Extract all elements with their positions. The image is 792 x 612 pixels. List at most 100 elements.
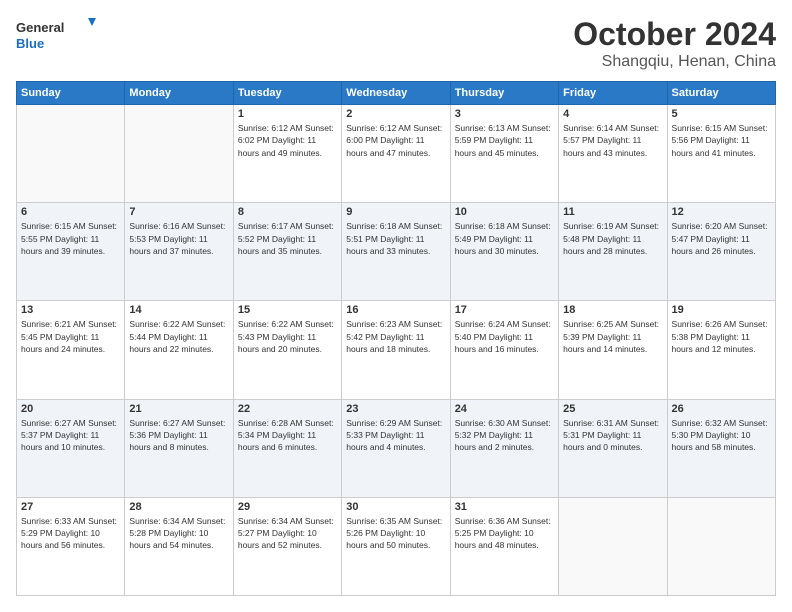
calendar-day-cell: 3 Sunrise: 6:13 AM Sunset: 5:59 PM Daylig… bbox=[450, 105, 558, 203]
day-info: Sunrise: 6:23 AM Sunset: 5:42 PM Dayligh… bbox=[346, 318, 445, 355]
day-number: 25 bbox=[563, 403, 662, 415]
calendar-day-cell: 10 Sunrise: 6:18 AM Sunset: 5:49 PM Dayli… bbox=[450, 203, 558, 301]
location-subtitle: Shangqiu, Henan, China bbox=[573, 53, 776, 71]
day-number: 9 bbox=[346, 206, 445, 218]
day-info: Sunrise: 6:36 AM Sunset: 5:25 PM Dayligh… bbox=[455, 515, 554, 552]
calendar-day-cell: 26 Sunrise: 6:32 AM Sunset: 5:30 PM Dayli… bbox=[667, 399, 775, 497]
day-info: Sunrise: 6:18 AM Sunset: 5:49 PM Dayligh… bbox=[455, 220, 554, 257]
calendar-day-cell: 19Sunrise: 6:26 AM Sunset: 5:38 PM Dayli… bbox=[667, 301, 775, 399]
calendar-day-cell: 18 Sunrise: 6:25 AM Sunset: 5:39 PM Dayli… bbox=[559, 301, 667, 399]
calendar-body: 1 Sunrise: 6:12 AM Sunset: 6:02 PM Daylig… bbox=[17, 105, 776, 596]
logo: General Blue bbox=[16, 16, 96, 56]
calendar-day-cell: 8 Sunrise: 6:17 AM Sunset: 5:52 PM Daylig… bbox=[233, 203, 341, 301]
day-number: 23 bbox=[346, 403, 445, 415]
calendar-day-cell: 13 Sunrise: 6:21 AM Sunset: 5:45 PM Dayli… bbox=[17, 301, 125, 399]
calendar-week-row: 1 Sunrise: 6:12 AM Sunset: 6:02 PM Daylig… bbox=[17, 105, 776, 203]
day-number: 12 bbox=[672, 206, 771, 218]
day-number: 18 bbox=[563, 304, 662, 316]
calendar-day-cell: 12 Sunrise: 6:20 AM Sunset: 5:47 PM Dayli… bbox=[667, 203, 775, 301]
day-number: 3 bbox=[455, 108, 554, 120]
day-info: Sunrise: 6:31 AM Sunset: 5:31 PM Dayligh… bbox=[563, 417, 662, 454]
day-number: 5 bbox=[672, 108, 771, 120]
day-number: 30 bbox=[346, 501, 445, 513]
day-info: Sunrise: 6:22 AM Sunset: 5:43 PM Dayligh… bbox=[238, 318, 337, 355]
day-info: Sunrise: 6:15 AM Sunset: 5:56 PM Dayligh… bbox=[672, 122, 771, 159]
calendar-week-row: 20Sunrise: 6:27 AM Sunset: 5:37 PM Dayli… bbox=[17, 399, 776, 497]
calendar-week-row: 13 Sunrise: 6:21 AM Sunset: 5:45 PM Dayli… bbox=[17, 301, 776, 399]
month-year-title: October 2024 bbox=[573, 16, 776, 53]
calendar-day-cell: 2Sunrise: 6:12 AM Sunset: 6:00 PM Daylig… bbox=[342, 105, 450, 203]
day-info: Sunrise: 6:25 AM Sunset: 5:39 PM Dayligh… bbox=[563, 318, 662, 355]
calendar-day-cell: 11Sunrise: 6:19 AM Sunset: 5:48 PM Dayli… bbox=[559, 203, 667, 301]
day-number: 11 bbox=[563, 206, 662, 218]
day-info: Sunrise: 6:32 AM Sunset: 5:30 PM Dayligh… bbox=[672, 417, 771, 454]
logo-svg: General Blue bbox=[16, 16, 96, 56]
calendar-day-cell: 16Sunrise: 6:23 AM Sunset: 5:42 PM Dayli… bbox=[342, 301, 450, 399]
calendar-day-cell: 27Sunrise: 6:33 AM Sunset: 5:29 PM Dayli… bbox=[17, 497, 125, 595]
calendar-day-cell: 7 Sunrise: 6:16 AM Sunset: 5:53 PM Daylig… bbox=[125, 203, 233, 301]
day-info: Sunrise: 6:13 AM Sunset: 5:59 PM Dayligh… bbox=[455, 122, 554, 159]
calendar-week-row: 27Sunrise: 6:33 AM Sunset: 5:29 PM Dayli… bbox=[17, 497, 776, 595]
day-info: Sunrise: 6:20 AM Sunset: 5:47 PM Dayligh… bbox=[672, 220, 771, 257]
calendar-day-cell: 28 Sunrise: 6:34 AM Sunset: 5:28 PM Dayli… bbox=[125, 497, 233, 595]
day-info: Sunrise: 6:15 AM Sunset: 5:55 PM Dayligh… bbox=[21, 220, 120, 257]
day-number: 7 bbox=[129, 206, 228, 218]
day-number: 15 bbox=[238, 304, 337, 316]
col-header-sunday: Sunday bbox=[17, 82, 125, 105]
day-info: Sunrise: 6:34 AM Sunset: 5:27 PM Dayligh… bbox=[238, 515, 337, 552]
calendar-day-cell: 20Sunrise: 6:27 AM Sunset: 5:37 PM Dayli… bbox=[17, 399, 125, 497]
title-block: October 2024 Shangqiu, Henan, China bbox=[573, 16, 776, 71]
day-number: 29 bbox=[238, 501, 337, 513]
day-info: Sunrise: 6:34 AM Sunset: 5:28 PM Dayligh… bbox=[129, 515, 228, 552]
calendar-day-cell: 22Sunrise: 6:28 AM Sunset: 5:34 PM Dayli… bbox=[233, 399, 341, 497]
calendar-day-cell: 1 Sunrise: 6:12 AM Sunset: 6:02 PM Daylig… bbox=[233, 105, 341, 203]
calendar-day-cell: 29 Sunrise: 6:34 AM Sunset: 5:27 PM Dayli… bbox=[233, 497, 341, 595]
day-number: 24 bbox=[455, 403, 554, 415]
day-number: 10 bbox=[455, 206, 554, 218]
header: General Blue October 2024 Shangqiu, Hena… bbox=[16, 16, 776, 71]
day-info: Sunrise: 6:30 AM Sunset: 5:32 PM Dayligh… bbox=[455, 417, 554, 454]
calendar-day-cell bbox=[667, 497, 775, 595]
day-info: Sunrise: 6:12 AM Sunset: 6:02 PM Dayligh… bbox=[238, 122, 337, 159]
day-number: 27 bbox=[21, 501, 120, 513]
calendar-day-cell bbox=[559, 497, 667, 595]
day-info: Sunrise: 6:26 AM Sunset: 5:38 PM Dayligh… bbox=[672, 318, 771, 355]
page: General Blue October 2024 Shangqiu, Hena… bbox=[0, 0, 792, 612]
calendar-day-cell: 17Sunrise: 6:24 AM Sunset: 5:40 PM Dayli… bbox=[450, 301, 558, 399]
calendar-day-cell: 31 Sunrise: 6:36 AM Sunset: 5:25 PM Dayli… bbox=[450, 497, 558, 595]
col-header-saturday: Saturday bbox=[667, 82, 775, 105]
calendar-day-cell: 5 Sunrise: 6:15 AM Sunset: 5:56 PM Daylig… bbox=[667, 105, 775, 203]
calendar-header-row: SundayMondayTuesdayWednesdayThursdayFrid… bbox=[17, 82, 776, 105]
calendar-day-cell: 4 Sunrise: 6:14 AM Sunset: 5:57 PM Daylig… bbox=[559, 105, 667, 203]
calendar-week-row: 6 Sunrise: 6:15 AM Sunset: 5:55 PM Daylig… bbox=[17, 203, 776, 301]
calendar-table: SundayMondayTuesdayWednesdayThursdayFrid… bbox=[16, 81, 776, 596]
col-header-friday: Friday bbox=[559, 82, 667, 105]
calendar-day-cell bbox=[17, 105, 125, 203]
calendar-day-cell: 14Sunrise: 6:22 AM Sunset: 5:44 PM Dayli… bbox=[125, 301, 233, 399]
day-number: 31 bbox=[455, 501, 554, 513]
day-number: 13 bbox=[21, 304, 120, 316]
day-number: 1 bbox=[238, 108, 337, 120]
day-number: 4 bbox=[563, 108, 662, 120]
day-info: Sunrise: 6:21 AM Sunset: 5:45 PM Dayligh… bbox=[21, 318, 120, 355]
day-number: 22 bbox=[238, 403, 337, 415]
day-number: 14 bbox=[129, 304, 228, 316]
calendar-day-cell bbox=[125, 105, 233, 203]
day-number: 8 bbox=[238, 206, 337, 218]
day-info: Sunrise: 6:17 AM Sunset: 5:52 PM Dayligh… bbox=[238, 220, 337, 257]
day-info: Sunrise: 6:18 AM Sunset: 5:51 PM Dayligh… bbox=[346, 220, 445, 257]
col-header-monday: Monday bbox=[125, 82, 233, 105]
calendar-day-cell: 25 Sunrise: 6:31 AM Sunset: 5:31 PM Dayli… bbox=[559, 399, 667, 497]
day-info: Sunrise: 6:35 AM Sunset: 5:26 PM Dayligh… bbox=[346, 515, 445, 552]
day-number: 21 bbox=[129, 403, 228, 415]
day-number: 28 bbox=[129, 501, 228, 513]
day-number: 6 bbox=[21, 206, 120, 218]
calendar-day-cell: 30 Sunrise: 6:35 AM Sunset: 5:26 PM Dayli… bbox=[342, 497, 450, 595]
calendar-day-cell: 24 Sunrise: 6:30 AM Sunset: 5:32 PM Dayli… bbox=[450, 399, 558, 497]
day-info: Sunrise: 6:14 AM Sunset: 5:57 PM Dayligh… bbox=[563, 122, 662, 159]
day-info: Sunrise: 6:29 AM Sunset: 5:33 PM Dayligh… bbox=[346, 417, 445, 454]
day-info: Sunrise: 6:16 AM Sunset: 5:53 PM Dayligh… bbox=[129, 220, 228, 257]
day-number: 26 bbox=[672, 403, 771, 415]
calendar-day-cell: 6 Sunrise: 6:15 AM Sunset: 5:55 PM Daylig… bbox=[17, 203, 125, 301]
day-info: Sunrise: 6:24 AM Sunset: 5:40 PM Dayligh… bbox=[455, 318, 554, 355]
